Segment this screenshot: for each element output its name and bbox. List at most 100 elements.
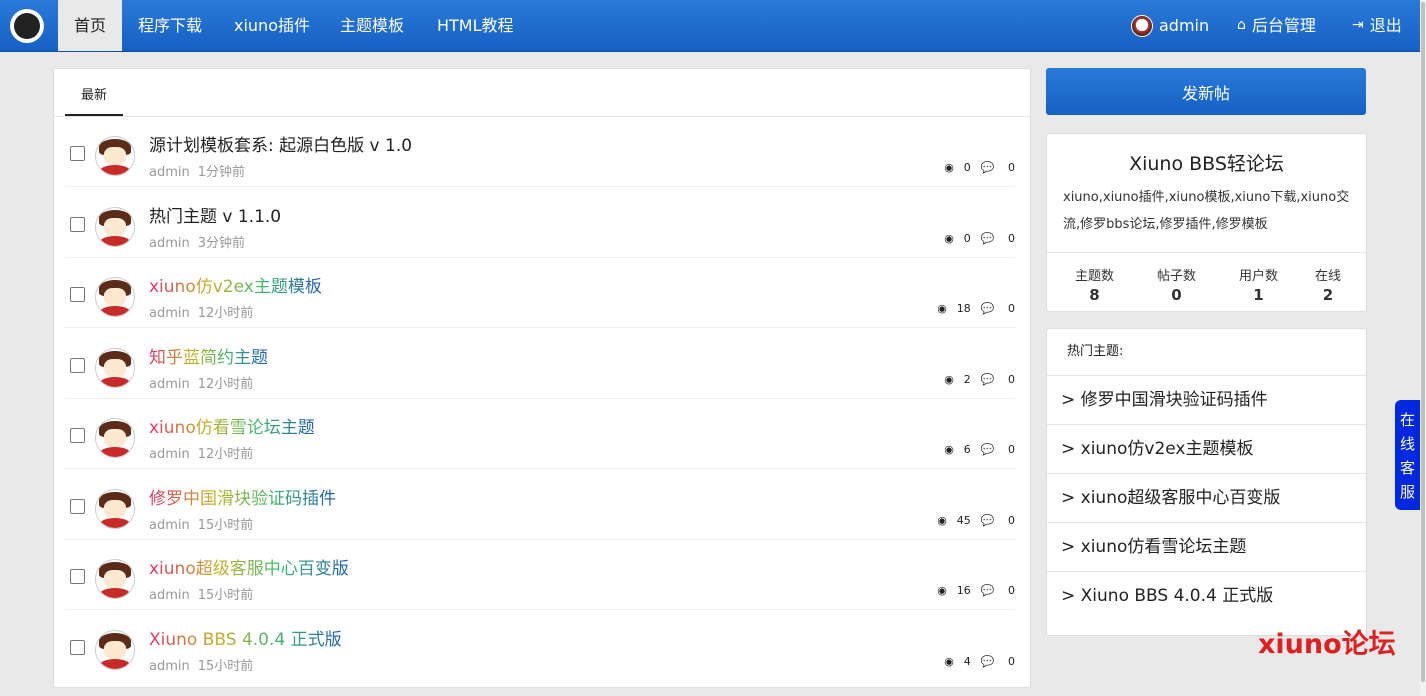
comment-icon: 💬 <box>980 443 995 456</box>
thread-title[interactable]: 源计划模板套系: 起源白色版 v 1.0 <box>149 131 412 156</box>
view-count: ◉ 45 <box>937 513 971 527</box>
reply-count: 💬 0 <box>980 161 1015 174</box>
thread-row[interactable]: 知乎蓝简约主题 admin 12小时前 ◉ 2 💬 0 <box>65 328 1015 399</box>
eye-icon: ◉ <box>944 654 954 668</box>
thread-row[interactable]: Xiuno BBS 4.0.4 正式版 admin 15小时前 ◉ 4 💬 0 <box>65 610 1015 680</box>
thread-meta: admin 12小时前 <box>149 443 253 462</box>
site-description: xiuno,xiuno插件,xiuno模板,xiuno下载,xiuno交流,修罗… <box>1063 190 1350 232</box>
thread-author[interactable]: admin <box>149 659 190 674</box>
hot-topics-title: 热门主题: <box>1047 329 1366 376</box>
reply-count: 💬 0 <box>980 513 1015 527</box>
thread-stats: ◉ 6 💬 0 <box>944 443 1015 456</box>
author-avatar[interactable] <box>95 136 135 176</box>
thread-time: 15小时前 <box>197 517 254 533</box>
thread-tabs: 最新 <box>54 69 1030 117</box>
author-avatar[interactable] <box>95 559 135 599</box>
author-avatar[interactable] <box>95 488 135 529</box>
online-service-tab[interactable]: 在线客服 <box>1395 400 1420 510</box>
thread-author[interactable]: admin <box>149 447 190 462</box>
thread-checkbox[interactable] <box>70 146 85 161</box>
thread-time: 15小时前 <box>197 658 254 674</box>
hot-topic-item[interactable]: > Xiuno BBS 4.0.4 正式版 <box>1047 572 1366 620</box>
thread-checkbox[interactable] <box>70 287 85 302</box>
thread-title[interactable]: xiuno仿v2ex主题模板 <box>149 272 322 297</box>
reply-count: 💬 0 <box>980 231 1015 245</box>
site-logo-icon[interactable] <box>10 9 44 43</box>
thread-time: 12小时前 <box>197 447 254 462</box>
thread-row[interactable]: 源计划模板套系: 起源白色版 v 1.0 admin 1分钟前 ◉ 0 💬 0 <box>65 116 1015 187</box>
hot-topic-item[interactable]: > 修罗中国滑块验证码插件 <box>1047 376 1366 425</box>
author-avatar[interactable] <box>95 347 135 388</box>
view-count: ◉ 0 <box>944 161 971 174</box>
view-count: ◉ 6 <box>944 443 971 456</box>
thread-row[interactable]: 热门主题 v 1.1.0 admin 3分钟前 ◉ 0 💬 0 <box>65 187 1015 258</box>
thread-checkbox[interactable] <box>70 498 85 514</box>
site-stats: 主题数 8 帖子数 0 用户数 1 在线 2 <box>1047 252 1366 312</box>
nav-item-themes[interactable]: 主题模板 <box>324 0 420 51</box>
admin-panel-link[interactable]: ⌂ 后台管理 <box>1237 0 1316 51</box>
logout-link[interactable]: ⇥ 退出 <box>1352 0 1402 51</box>
reply-count: 💬 0 <box>980 654 1015 668</box>
nav-item-plugins[interactable]: xiuno插件 <box>218 0 326 51</box>
author-avatar[interactable] <box>95 629 135 670</box>
view-count: ◉ 0 <box>944 231 971 245</box>
thread-checkbox[interactable] <box>70 569 85 584</box>
comment-icon: 💬 <box>980 231 995 245</box>
author-avatar[interactable] <box>95 206 135 247</box>
thread-stats: ◉ 0 💬 0 <box>944 161 1015 174</box>
thread-title[interactable]: 知乎蓝简约主题 <box>149 343 268 368</box>
hot-topic-item[interactable]: > xiuno仿看雪论坛主题 <box>1047 523 1366 572</box>
admin-panel-label: 后台管理 <box>1251 16 1316 35</box>
thread-meta: admin 15小时前 <box>149 514 253 533</box>
author-avatar[interactable] <box>95 418 135 458</box>
thread-time: 1分钟前 <box>197 165 246 180</box>
new-post-button[interactable]: 发新帖 <box>1046 68 1366 115</box>
thread-title[interactable]: xiuno超级客服中心百变版 <box>149 554 349 579</box>
reply-count: 💬 0 <box>980 584 1015 597</box>
stat-posts: 帖子数 0 <box>1157 269 1197 304</box>
thread-checkbox[interactable] <box>70 428 85 443</box>
thread-title[interactable]: Xiuno BBS 4.0.4 正式版 <box>149 625 342 650</box>
comment-icon: 💬 <box>980 584 995 597</box>
nav-item-home[interactable]: 首页 <box>58 0 122 51</box>
user-menu[interactable]: admin <box>1131 0 1209 51</box>
thread-row[interactable]: xiuno仿看雪论坛主题 admin 12小时前 ◉ 6 💬 0 <box>65 398 1015 469</box>
reply-count: 💬 0 <box>980 302 1015 315</box>
view-count: ◉ 16 <box>937 584 971 597</box>
thread-list-card: 最新 源计划模板套系: 起源白色版 v 1.0 admin 1分钟前 ◉ 0 💬 0 热门主… <box>53 68 1031 688</box>
page-scrollbar[interactable] <box>1420 0 1426 696</box>
thread-stats: ◉ 2 💬 0 <box>944 373 1015 386</box>
thread-author[interactable]: admin <box>149 377 190 392</box>
author-avatar[interactable] <box>95 277 135 317</box>
nav-item-html-tutorial[interactable]: HTML教程 <box>421 0 530 51</box>
stat-threads: 主题数 8 <box>1075 269 1115 304</box>
hot-topic-item[interactable]: > xiuno仿v2ex主题模板 <box>1047 425 1366 474</box>
thread-stats: ◉ 16 💬 0 <box>937 584 1015 597</box>
thread-author[interactable]: admin <box>149 165 190 180</box>
thread-checkbox[interactable] <box>70 639 85 655</box>
thread-author[interactable]: admin <box>149 518 190 533</box>
thread-author[interactable]: admin <box>149 588 190 603</box>
thread-meta: admin 15小时前 <box>149 584 253 603</box>
user-avatar <box>1131 14 1153 37</box>
thread-row[interactable]: 修罗中国滑块验证码插件 admin 15小时前 ◉ 45 💬 0 <box>65 469 1015 540</box>
thread-checkbox[interactable] <box>70 357 85 373</box>
thread-title[interactable]: 热门主题 v 1.1.0 <box>149 202 281 227</box>
thread-meta: admin 12小时前 <box>149 302 253 321</box>
watermark-logo: xiuno论坛 <box>1258 629 1396 660</box>
thread-title[interactable]: xiuno仿看雪论坛主题 <box>149 413 315 438</box>
thread-time: 12小时前 <box>197 376 254 392</box>
thread-checkbox[interactable] <box>70 216 85 232</box>
thread-author[interactable]: admin <box>149 306 190 321</box>
thread-row[interactable]: xiuno仿v2ex主题模板 admin 12小时前 ◉ 18 💬 0 <box>65 257 1015 328</box>
thread-row[interactable]: xiuno超级客服中心百变版 admin 15小时前 ◉ 16 💬 0 <box>65 539 1015 610</box>
thread-author[interactable]: admin <box>149 236 190 251</box>
eye-icon: ◉ <box>944 372 954 386</box>
thread-title[interactable]: 修罗中国滑块验证码插件 <box>149 484 336 509</box>
top-navbar: 首页 程序下载 xiuno插件 主题模板 HTML教程 admin ⌂ 后台管理… <box>0 0 1420 52</box>
hot-topic-item[interactable]: > xiuno超级客服中心百变版 <box>1047 474 1366 523</box>
view-count: ◉ 2 <box>944 372 971 386</box>
tab-latest[interactable]: 最新 <box>65 69 124 116</box>
eye-icon: ◉ <box>944 161 954 174</box>
nav-item-downloads[interactable]: 程序下载 <box>122 0 218 51</box>
